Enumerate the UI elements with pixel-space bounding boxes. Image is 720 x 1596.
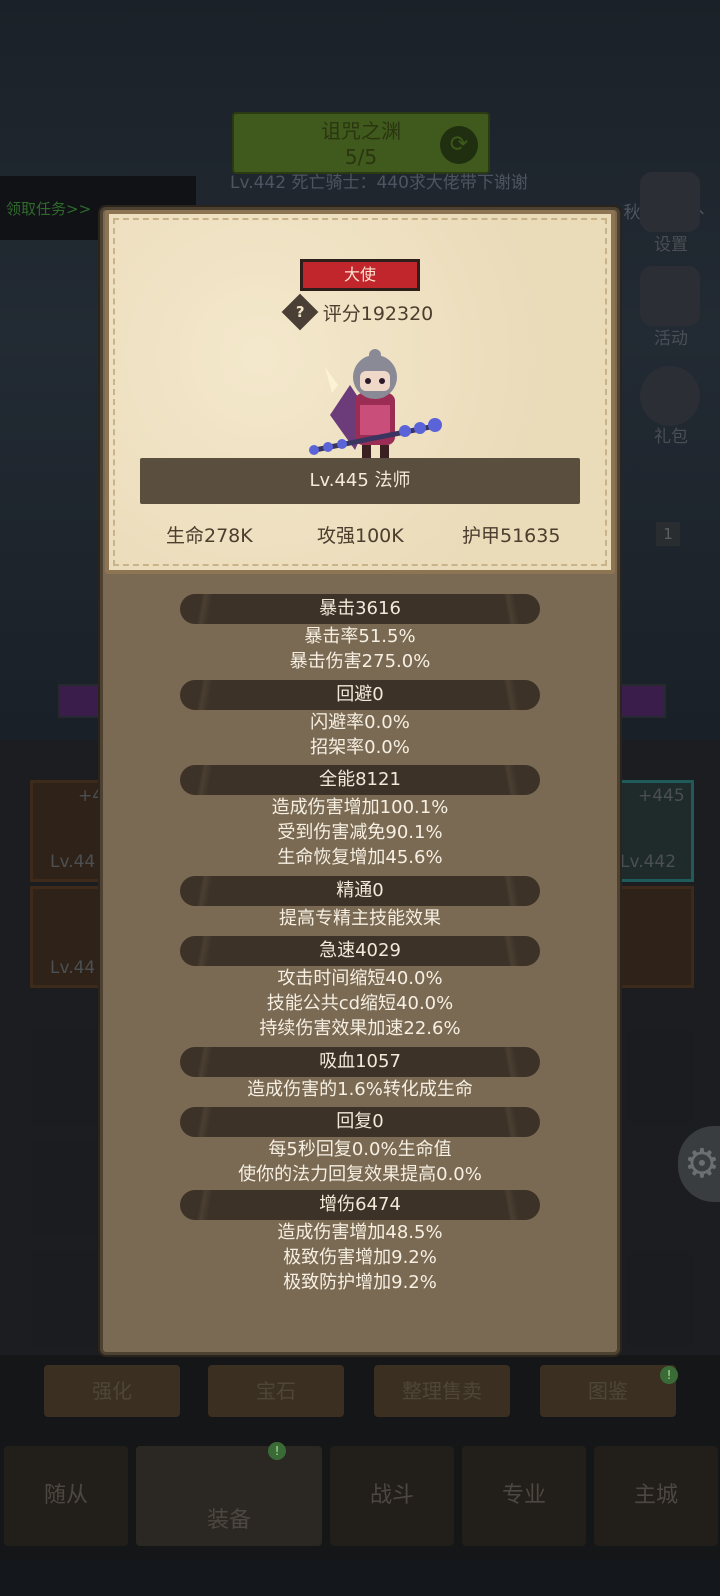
stat-line: 使你的法力回复效果提高0.0% xyxy=(238,1164,482,1185)
progress-bar-left xyxy=(58,684,104,718)
stat-line: 极致伤害增加9.2% xyxy=(283,1247,437,1268)
stat-line: 持续伤害效果加速22.6% xyxy=(259,1018,461,1039)
equipment-level: Lv.442 xyxy=(620,852,677,872)
stat-line: 极致防护增加9.2% xyxy=(283,1272,437,1293)
inventory-slot[interactable] xyxy=(32,1140,100,1236)
activity-icon[interactable] xyxy=(640,266,700,326)
world-chat-line: Lv.442 死亡骑士：440求大佬带下谢谢 xyxy=(230,173,528,193)
settings-label: 设置 xyxy=(654,235,688,255)
help-icon[interactable]: ? xyxy=(281,293,319,331)
settings-icon[interactable] xyxy=(640,172,700,232)
notification-dot: ! xyxy=(268,1442,286,1460)
armor-stat: 护甲51635 xyxy=(462,525,561,547)
codex-button[interactable]: 图鉴 xyxy=(540,1365,676,1417)
stat-line: 闪避率0.0% xyxy=(310,712,410,733)
stat-line: 每5秒回复0.0%生命值 xyxy=(268,1139,452,1160)
section-header-mastery: 精通0 xyxy=(180,876,540,906)
stat-line: 招架率0.0% xyxy=(310,737,410,758)
equipment-plus: +445 xyxy=(638,786,685,806)
nav-main-city[interactable]: 主城 xyxy=(594,1446,718,1546)
stat-line: 提高专精主技能效果 xyxy=(279,908,441,929)
stat-line: 造成伤害增加100.1% xyxy=(271,797,449,818)
side-counter: 1 xyxy=(656,522,680,546)
mage-character-avatar xyxy=(309,349,442,459)
score-label: 评分192320 xyxy=(322,302,434,325)
inventory-slot[interactable] xyxy=(32,1250,100,1346)
stat-line: 暴击伤害275.0% xyxy=(289,651,431,672)
level-class-bar: Lv.445 法师 xyxy=(140,458,580,504)
gift-label: 礼包 xyxy=(654,427,688,447)
activity-label: 活动 xyxy=(654,329,688,349)
nav-equipment[interactable]: 装备 xyxy=(136,1446,322,1546)
dungeon-banner[interactable]: 诅咒之渊 5/5 ⟳ xyxy=(232,112,490,174)
score-row: ? 评分192320 xyxy=(250,293,470,331)
progress-bar-right xyxy=(620,684,666,718)
gift-icon[interactable] xyxy=(640,366,700,426)
nav-profession[interactable]: 专业 xyxy=(462,1446,586,1546)
equipment-level: Lv.44 xyxy=(50,958,96,978)
hp-stat: 生命278K xyxy=(166,525,253,547)
title-badge: 大使 xyxy=(300,259,420,291)
stat-line: 生命恢复增加45.6% xyxy=(277,847,443,868)
refresh-icon[interactable]: ⟳ xyxy=(440,126,478,164)
stat-line: 暴击率51.5% xyxy=(304,626,416,647)
section-header-crit: 暴击3616 xyxy=(180,594,540,624)
inventory-slot[interactable] xyxy=(32,1030,100,1126)
attack-stat: 攻强100K xyxy=(317,525,404,547)
inventory-slot[interactable] xyxy=(626,1250,694,1346)
section-header-avoidance: 回避0 xyxy=(180,680,540,710)
section-header-lifesteal: 吸血1057 xyxy=(180,1047,540,1077)
equipment-level: Lv.44 xyxy=(50,852,96,872)
nav-followers[interactable]: 随从 xyxy=(4,1446,128,1546)
stat-line: 造成伤害增加48.5% xyxy=(277,1222,443,1243)
section-header-damage-bonus: 增伤6474 xyxy=(180,1190,540,1220)
section-header-versatility: 全能8121 xyxy=(180,765,540,795)
quest-label[interactable]: 领取任务>> xyxy=(6,198,91,219)
equipment-slot[interactable] xyxy=(618,886,694,988)
gem-button[interactable]: 宝石 xyxy=(208,1365,344,1417)
sort-sell-button[interactable]: 整理售卖 xyxy=(374,1365,510,1417)
inventory-slot[interactable] xyxy=(626,1030,694,1126)
stat-line: 造成伤害的1.6%转化成生命 xyxy=(247,1079,473,1100)
stat-line: 技能公共cd缩短40.0% xyxy=(266,993,454,1014)
section-header-haste: 急速4029 xyxy=(180,936,540,966)
nav-battle[interactable]: 战斗 xyxy=(330,1446,454,1546)
notification-dot: ! xyxy=(660,1366,678,1384)
section-header-regen: 回复0 xyxy=(180,1107,540,1137)
enhance-button[interactable]: 强化 xyxy=(44,1365,180,1417)
stat-line: 受到伤害减免90.1% xyxy=(277,822,443,843)
stat-line: 攻击时间缩短40.0% xyxy=(277,968,443,989)
